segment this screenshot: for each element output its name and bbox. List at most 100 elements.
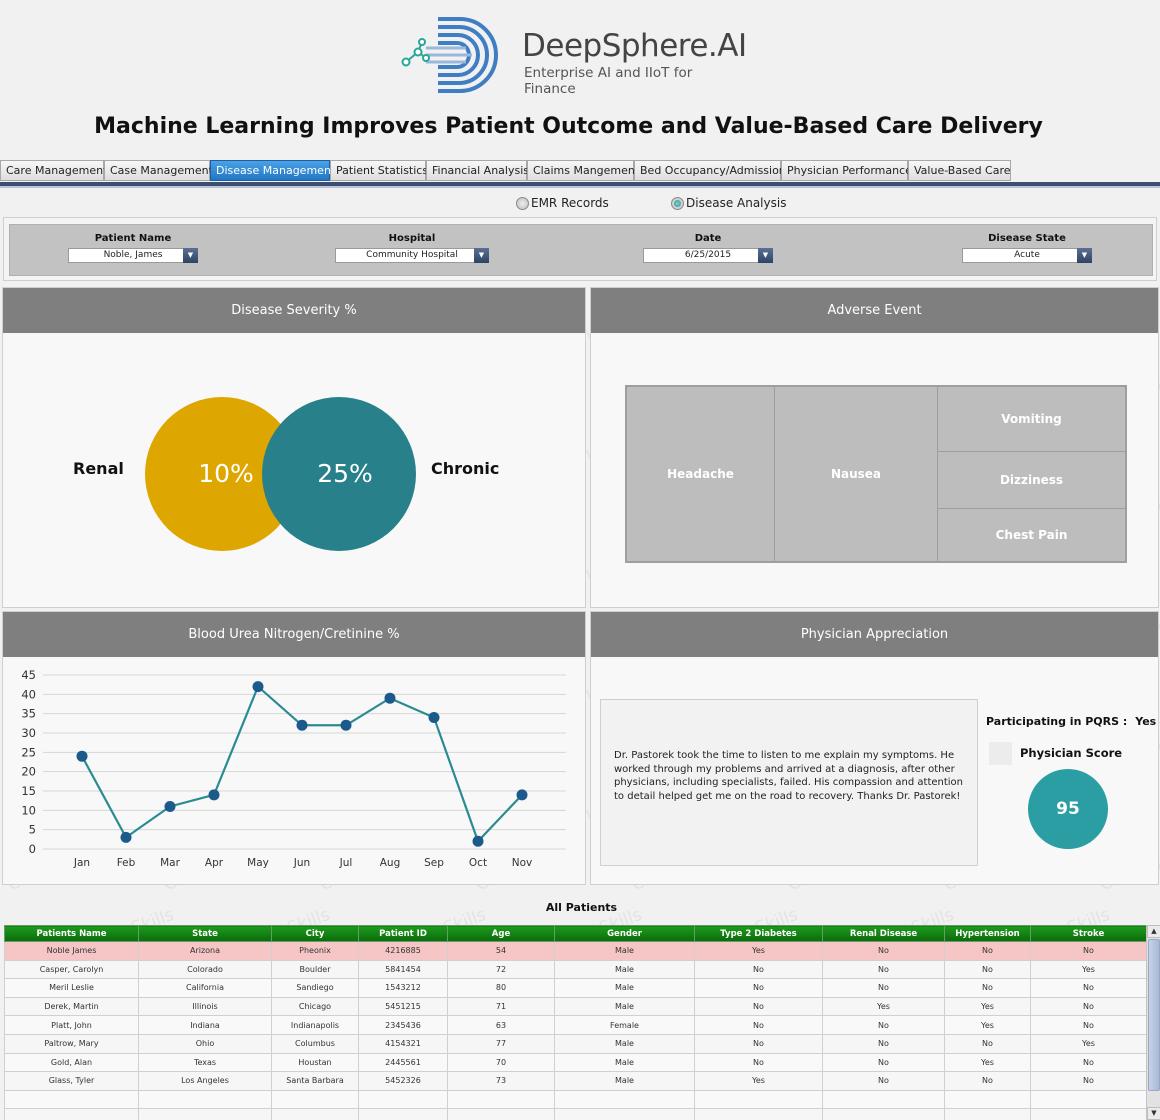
table-row[interactable] <box>4 1108 1147 1120</box>
column-header[interactable]: Renal Disease <box>822 925 945 942</box>
table-cell: Yes <box>944 1052 1031 1073</box>
table-scrollbar[interactable]: ▲ ▼ <box>1146 925 1160 1120</box>
all-patients-title: All Patients <box>545 901 618 914</box>
table-cell: Yes <box>1030 1033 1147 1054</box>
column-header[interactable]: City <box>271 925 359 942</box>
table-cell: Paltrow, Mary <box>4 1033 139 1054</box>
patients-table: Patients Name State City Patient ID Age … <box>4 925 1147 1120</box>
table-cell: No <box>822 1033 945 1054</box>
table-cell: No <box>822 1015 945 1035</box>
table-cell <box>358 1108 448 1120</box>
column-header[interactable]: Patient ID <box>358 925 448 942</box>
tab-physician-performance[interactable]: Physician Performance <box>781 160 912 181</box>
x-tick-label: Jun <box>293 857 310 869</box>
disease-severity-panel: Disease Severity % 10% 25% Renal Chronic <box>2 287 586 608</box>
chevron-down-icon[interactable]: ▼ <box>474 248 489 263</box>
table-cell <box>822 1089 945 1110</box>
patient-name-select[interactable]: Noble, James ▼ <box>68 248 198 263</box>
table-row[interactable]: Gold, Alan Texas Houstan 2445561 70 Male No No Y… <box>4 1052 1147 1073</box>
bun-data-point <box>164 800 176 812</box>
treemap-cell-nausea[interactable]: Nausea <box>774 386 938 562</box>
table-cell: Chicago <box>271 996 359 1017</box>
table-cell: Male <box>554 959 695 980</box>
hospital-select[interactable]: Community Hospital ▼ <box>335 248 489 263</box>
tab-patient-statistics[interactable]: Patient Statistics <box>330 160 428 181</box>
table-row[interactable]: Platt, John Indiana Indianapolis 2345436 63 F… <box>4 1015 1147 1035</box>
column-header[interactable]: Patients Name <box>4 925 139 942</box>
bun-series-line <box>81 684 523 844</box>
chevron-down-icon[interactable]: ▼ <box>1077 248 1092 263</box>
chevron-down-icon[interactable]: ▼ <box>183 248 198 263</box>
table-row[interactable]: Noble James Arizona Pheonix 4216885 54 Male Ye… <box>4 941 1147 961</box>
treemap-cell-chest-pain[interactable]: Chest Pain <box>937 508 1126 562</box>
table-row[interactable]: Meril Leslie California Sandiego 1543212 80 M… <box>4 978 1147 998</box>
table-cell: No <box>1030 1015 1147 1035</box>
adverse-event-title: Adverse Event <box>591 288 1158 333</box>
tab-disease-management[interactable]: Disease Management <box>210 160 335 181</box>
tab-care-management[interactable]: Care Management <box>0 160 107 181</box>
table-cell <box>138 1108 272 1120</box>
table-row[interactable]: Paltrow, Mary Ohio Columbus 4154321 77 Male No… <box>4 1033 1147 1054</box>
table-cell: No <box>822 941 945 961</box>
table-cell <box>1030 1108 1147 1120</box>
table-cell: Yes <box>944 996 1031 1017</box>
table-row[interactable] <box>4 1089 1147 1110</box>
table-cell: No <box>1030 1071 1147 1091</box>
table-cell: 5452326 <box>358 1071 448 1091</box>
physician-score-badge: 95 <box>1028 769 1108 849</box>
treemap-cell-headache[interactable]: Headache <box>626 386 775 562</box>
scroll-up-icon[interactable]: ▲ <box>1147 925 1160 938</box>
radio-disease-analysis[interactable]: Disease Analysis <box>671 196 786 210</box>
column-header[interactable]: Type 2 Diabetes <box>694 925 823 942</box>
radio-on-icon <box>671 196 684 210</box>
table-cell <box>944 1108 1031 1120</box>
table-cell: No <box>822 1052 945 1073</box>
chevron-down-icon[interactable]: ▼ <box>758 248 773 263</box>
table-cell: No <box>694 978 823 998</box>
table-cell: 72 <box>447 959 555 980</box>
bun-data-point <box>384 692 396 704</box>
column-header[interactable]: State <box>138 925 272 942</box>
tab-financial-analysis[interactable]: Financial Analysis <box>426 160 529 181</box>
chronic-label: Chronic <box>431 459 500 478</box>
patient-name-value: Noble, James <box>103 250 163 260</box>
disease-state-select[interactable]: Acute ▼ <box>962 248 1092 263</box>
pqrs-label: Participating in PQRS : <box>986 715 1128 728</box>
table-row[interactable]: Casper, Carolyn Colorado Boulder 5841454 72 M… <box>4 959 1147 980</box>
table-row[interactable]: Glass, Tyler Los Angeles Santa Barbara 5452… <box>4 1071 1147 1091</box>
table-cell <box>694 1108 823 1120</box>
table-cell: Gold, Alan <box>4 1052 139 1073</box>
table-cell: No <box>944 1033 1031 1054</box>
disease-state-value: Acute <box>1014 250 1040 260</box>
table-row[interactable]: Derek, Martin Illinois Chicago 5451215 71 Mal… <box>4 996 1147 1017</box>
treemap-cell-dizziness[interactable]: Dizziness <box>937 451 1126 509</box>
page-title: Machine Learning Improves Patient Outcom… <box>94 114 1043 139</box>
bun-panel: Blood Urea Nitrogen/Cretinine % 0 5 10 15 20… <box>2 611 586 885</box>
date-select[interactable]: 6/25/2015 ▼ <box>643 248 773 263</box>
table-header-row: Patients Name State City Patient ID Age … <box>4 925 1147 942</box>
table-cell: Yes <box>694 941 823 961</box>
table-cell: Ohio <box>138 1033 272 1054</box>
column-header[interactable]: Hypertension <box>944 925 1031 942</box>
table-cell: No <box>944 978 1031 998</box>
pqrs-value: Yes <box>1135 715 1157 728</box>
table-cell: Male <box>554 1071 695 1091</box>
bun-data-point <box>340 719 352 731</box>
column-header[interactable]: Age <box>447 925 555 942</box>
table-cell: 71 <box>447 996 555 1017</box>
tab-case-management[interactable]: Case Management <box>104 160 213 181</box>
treemap-cell-vomiting[interactable]: Vomiting <box>937 386 1126 452</box>
radio-emr-records[interactable]: EMR Records <box>516 196 609 210</box>
table-cell: Female <box>554 1015 695 1035</box>
tab-claims-management[interactable]: Claims Mangement <box>527 160 639 181</box>
bun-data-point <box>296 719 308 731</box>
y-tick-label: 10 <box>21 803 36 817</box>
scroll-thumb[interactable] <box>1148 939 1160 1091</box>
tab-value-based-care[interactable]: Value-Based Care <box>908 160 1011 181</box>
column-header[interactable]: Stroke <box>1030 925 1147 942</box>
y-tick-label: 0 <box>29 842 36 856</box>
scroll-down-icon[interactable]: ▼ <box>1147 1107 1160 1120</box>
column-header[interactable]: Gender <box>554 925 695 942</box>
table-cell: No <box>1030 978 1147 998</box>
tab-bed-occupancy[interactable]: Bed Occupancy/Admission <box>634 160 786 181</box>
